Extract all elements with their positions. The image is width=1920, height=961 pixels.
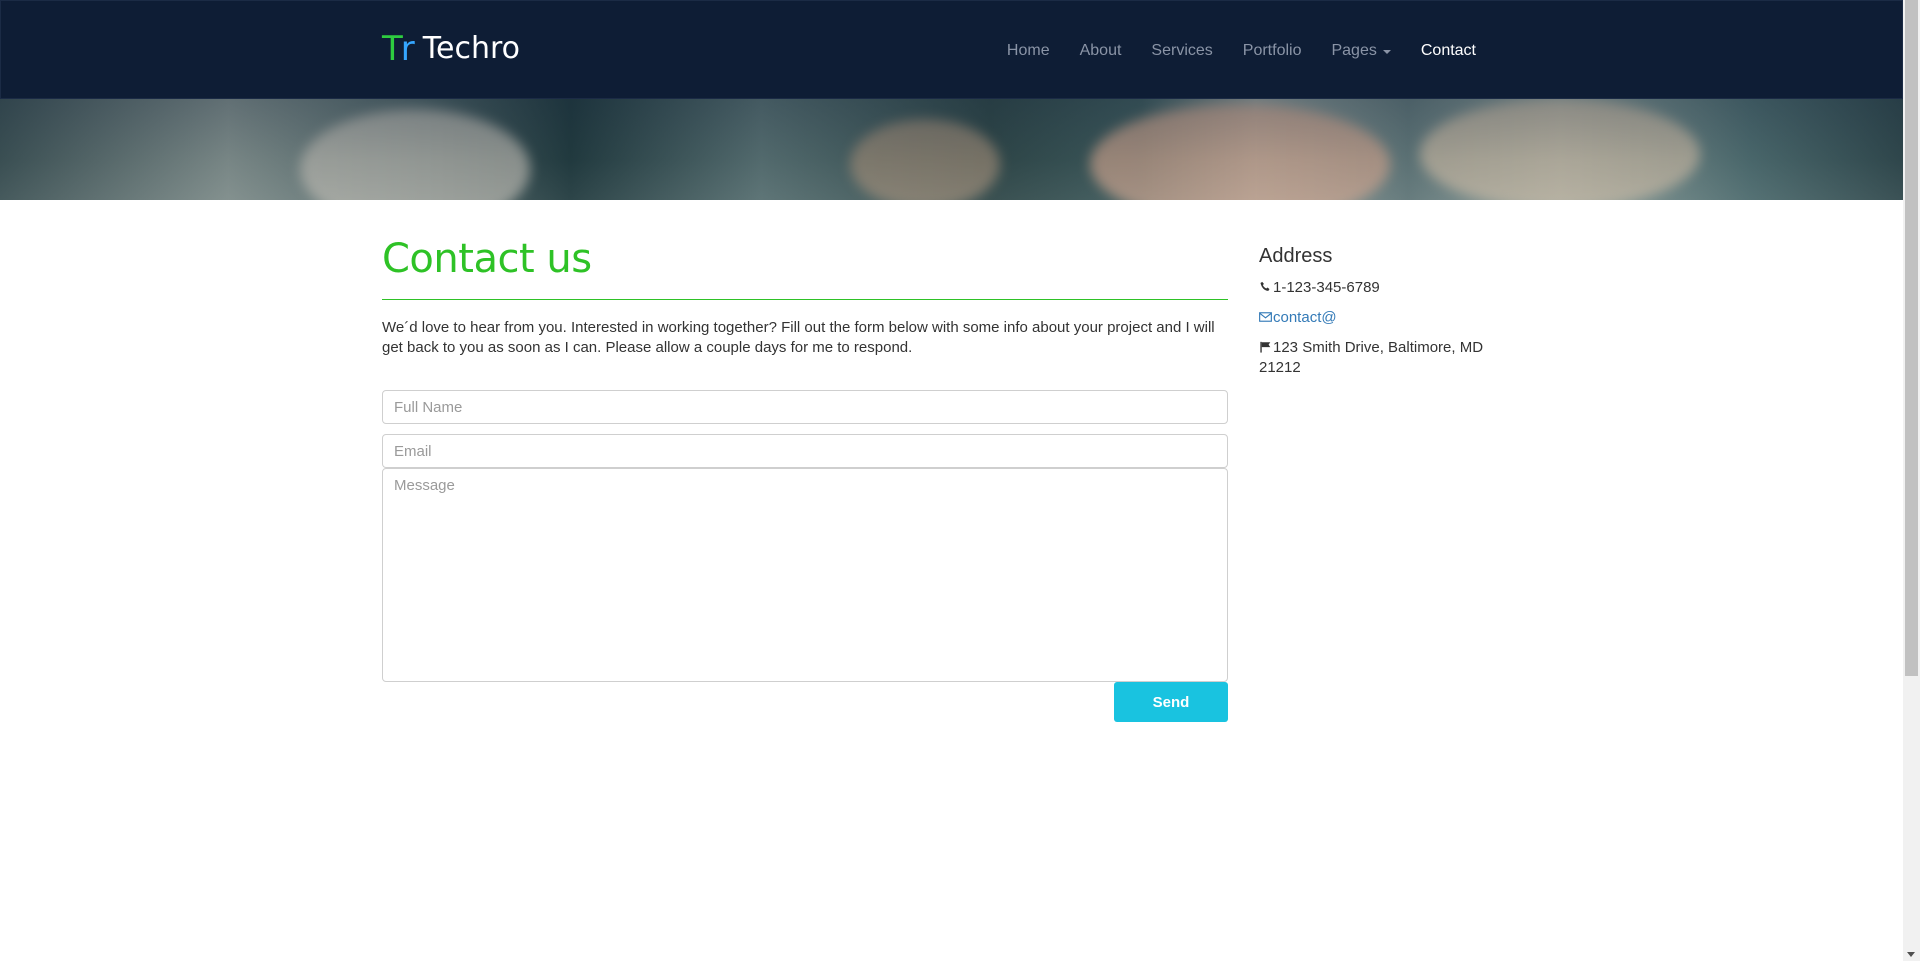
nav-item-services[interactable]: Services (1136, 42, 1227, 60)
message-textarea[interactable] (382, 468, 1228, 682)
brand-logo-link[interactable]: Tr Techro (382, 29, 520, 69)
navbar: Tr Techro Home About Services Portfolio … (0, 0, 1903, 99)
street-address: 123 Smith Drive, Baltimore, MD 21212 (1259, 339, 1484, 376)
hero-figure-right (1090, 104, 1390, 200)
main-nav: Home About Services Portfolio Pages Cont… (992, 1, 1491, 100)
email-input[interactable] (382, 434, 1228, 468)
nav-item-contact[interactable]: Contact (1406, 42, 1491, 60)
nav-item-home[interactable]: Home (992, 42, 1065, 60)
vertical-scrollbar[interactable] (1903, 0, 1920, 961)
address-row: 123 Smith Drive, Baltimore, MD 21212 (1259, 338, 1499, 378)
hero-figure-middle (850, 119, 1000, 200)
caret-down-icon (1382, 49, 1391, 54)
brand-logo-mark: Tr (382, 32, 415, 66)
envelope-icon (1259, 312, 1272, 322)
nav-item-pages-dropdown[interactable]: Pages (1316, 42, 1405, 60)
flag-icon (1260, 341, 1271, 353)
title-divider (382, 299, 1228, 300)
address-title: Address (1259, 245, 1333, 267)
page-title: Contact us (382, 236, 592, 282)
hero-figure-left (300, 109, 530, 200)
phone-row: 1-123-345-6789 (1259, 278, 1499, 298)
phone-icon (1260, 281, 1270, 291)
brand-logo-t: T (382, 29, 403, 69)
nav-item-label: Pages (1331, 41, 1377, 59)
nav-item-label: Home (1006, 41, 1050, 59)
scrollbar-thumb[interactable] (1905, 0, 1918, 676)
send-button[interactable]: Send (1114, 682, 1228, 722)
nav-item-portfolio[interactable]: Portfolio (1228, 42, 1317, 60)
email-link[interactable]: contact@ (1259, 308, 1499, 328)
hero-figure-far-right (1420, 99, 1700, 200)
hero-banner-image (0, 99, 1903, 200)
nav-item-label: About (1079, 41, 1122, 59)
nav-item-label: Portfolio (1242, 41, 1302, 59)
scroll-down-arrow-icon[interactable] (1907, 952, 1915, 957)
nav-item-label: Services (1151, 41, 1213, 59)
nav-item-about[interactable]: About (1065, 42, 1137, 60)
nav-item-label: Contact (1420, 41, 1476, 59)
brand-logo-r: r (400, 29, 415, 69)
brand-name: Techro (422, 31, 520, 66)
intro-text: We´d love to hear from you. Interested i… (382, 319, 1215, 356)
full-name-input[interactable] (382, 390, 1228, 424)
phone-number: 1-123-345-6789 (1273, 279, 1380, 296)
email-address: contact@ (1273, 309, 1337, 326)
